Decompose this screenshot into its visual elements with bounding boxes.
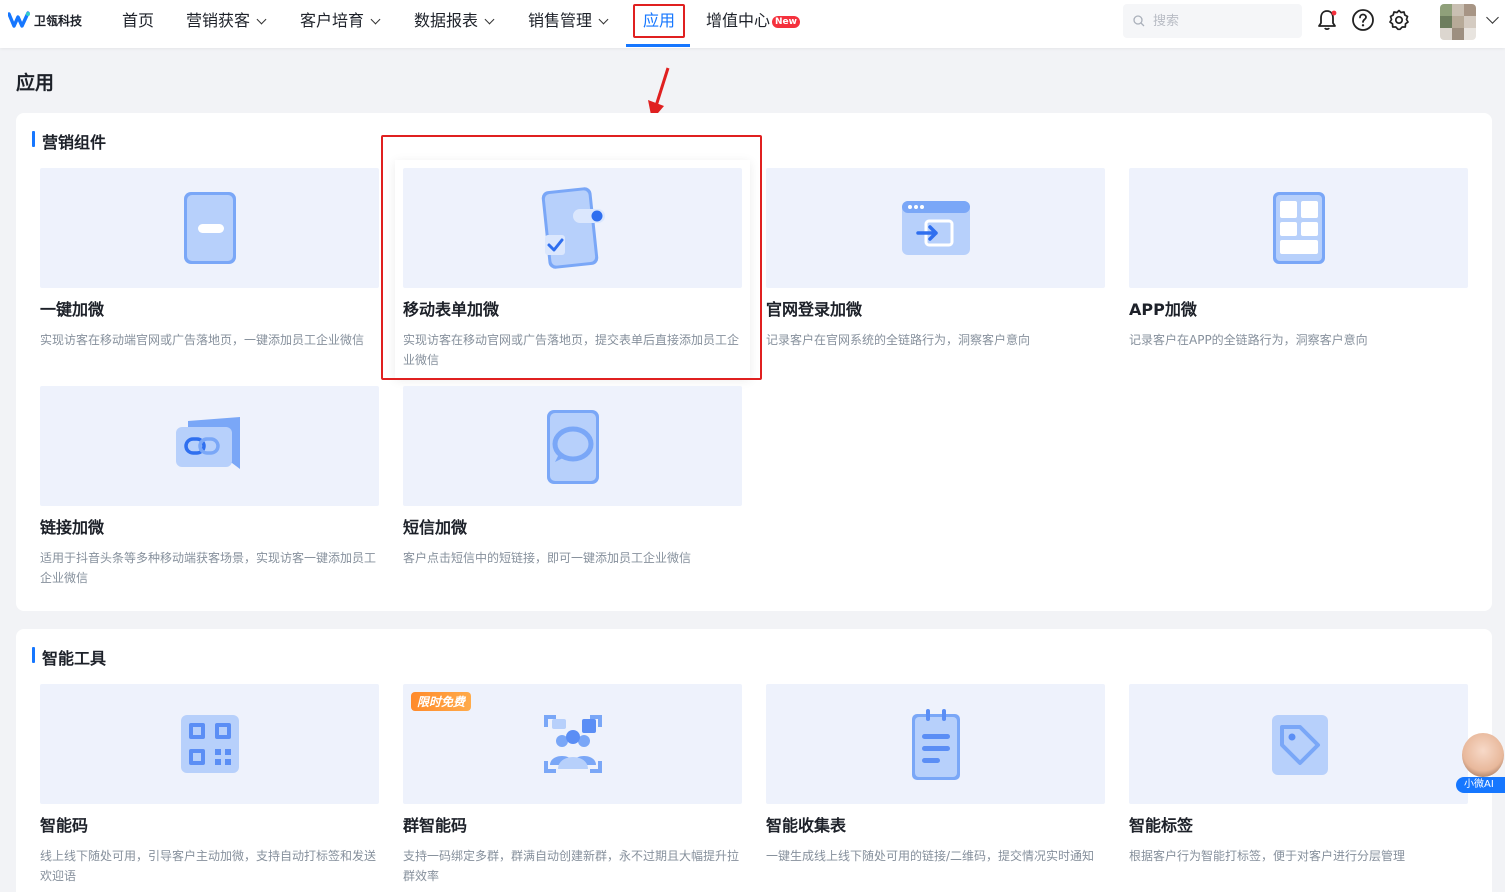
- card-desc: 线上线下随处可用，引导客户主动加微，支持自动打标签和发送欢迎语: [40, 849, 377, 883]
- card-title: 移动表单加微: [403, 300, 500, 319]
- card-desc: 记录客户在APP的全链路行为，洞察客户意向: [1129, 333, 1368, 347]
- phone-form-toggle-icon: [541, 187, 605, 269]
- card-image: [766, 684, 1105, 804]
- card-title: 智能收集表: [766, 816, 847, 835]
- nav-home[interactable]: 首页: [122, 0, 154, 44]
- nav-value-center-label: 增值中心: [706, 11, 771, 30]
- card-smart-tag[interactable]: 智能标签 根据客户行为智能打标签，便于对客户进行分层管理: [1129, 684, 1468, 866]
- card-image: 限时免费: [403, 684, 742, 804]
- card-one-click-add[interactable]: 一键加微 实现访客在移动端官网或广告落地页，一键添加员工企业微信: [40, 168, 379, 350]
- app-grid-icon: [1272, 192, 1325, 264]
- nav-sales-label: 销售管理: [528, 11, 593, 30]
- nav-nurture-label: 客户培育: [300, 11, 365, 30]
- nav-sales[interactable]: 销售管理: [528, 0, 609, 44]
- card-desc: 根据客户行为智能打标签，便于对客户进行分层管理: [1129, 849, 1406, 863]
- clipboard-form-icon: [911, 709, 960, 780]
- nav-value-center[interactable]: 增值中心 New: [706, 0, 800, 44]
- card-mobile-form-add[interactable]: 移动表单加微 实现访客在移动官网或广告落地页，提交表单后直接添加员工企业微信: [403, 168, 742, 370]
- card-title: 短信加微: [403, 518, 468, 537]
- card-image: [40, 386, 379, 506]
- card-image: [1129, 684, 1468, 804]
- card-image: [40, 168, 379, 288]
- card-smart-code[interactable]: 智能码 线上线下随处可用，引导客户主动加微，支持自动打标签和发送欢迎语: [40, 684, 379, 886]
- card-sms-add[interactable]: 短信加微 客户点击短信中的短链接，即可一键添加员工企业微信: [403, 386, 742, 568]
- ai-assistant-button[interactable]: 小微AI: [1456, 733, 1505, 795]
- chevron-down-icon: [370, 14, 381, 25]
- bell-icon[interactable]: [1315, 8, 1339, 32]
- search-icon: [1133, 15, 1145, 27]
- sms-bubble-icon: [546, 410, 599, 484]
- group-qr-icon: [543, 715, 602, 773]
- card-desc: 实现访客在移动端官网或广告落地页，一键添加员工企业微信: [40, 333, 365, 347]
- qr-code-icon: [180, 715, 239, 773]
- gear-icon[interactable]: [1387, 8, 1411, 32]
- nav-home-label: 首页: [122, 11, 155, 30]
- avatar[interactable]: [1440, 4, 1476, 40]
- card-website-login-add[interactable]: 官网登录加微 记录客户在官网系统的全链路行为，洞察客户意向: [766, 168, 1105, 350]
- chevron-down-icon: [256, 14, 267, 25]
- chevron-down-icon: [484, 14, 495, 25]
- help-icon[interactable]: [1351, 8, 1375, 32]
- card-image: [40, 684, 379, 804]
- chevron-down-icon: [598, 14, 609, 25]
- card-app-add[interactable]: APP加微 记录客户在APP的全链路行为，洞察客户意向: [1129, 168, 1468, 350]
- card-title: 智能码: [40, 816, 89, 835]
- card-group-smart-code[interactable]: 限时免费 群智能码 支持一码绑定多群，群满自动创建新群，永不过期且大幅提升拉群效…: [403, 684, 742, 886]
- tag-icon: [1271, 715, 1328, 775]
- browser-login-icon: [901, 201, 970, 255]
- card-desc: 客户点击短信中的短链接，即可一键添加员工企业微信: [403, 551, 692, 565]
- chevron-down-icon[interactable]: [1486, 11, 1499, 24]
- promo-badge: 限时免费: [411, 692, 472, 711]
- card-link-add[interactable]: 链接加微 适用于抖音头条等多种移动端获客场景，实现访客一键添加员工企业微信: [40, 386, 379, 588]
- card-title: APP加微: [1129, 300, 1197, 319]
- search-box[interactable]: [1123, 4, 1302, 38]
- new-badge: New: [772, 16, 800, 28]
- page-title: 应用: [16, 72, 55, 94]
- nav-active-indicator: [626, 44, 690, 47]
- card-title: 链接加微: [40, 518, 105, 537]
- card-image: [1129, 168, 1468, 288]
- card-desc: 一键生成线上线下随处可用的链接/二维码，提交情况实时通知: [766, 849, 1095, 863]
- card-image: [403, 386, 742, 506]
- nav-reports[interactable]: 数据报表: [414, 0, 495, 44]
- card-desc: 支持一码绑定多群，群满自动创建新群，永不过期且大幅提升拉群效率: [403, 849, 740, 883]
- card-image: [403, 168, 742, 288]
- top-nav: 卫瓴科技 首页 营销获客 客户培育 数据报表 销售管理 应用 增值中心 New: [0, 0, 1505, 48]
- nav-marketing[interactable]: 营销获客: [186, 0, 267, 44]
- section-title: 营销组件: [32, 129, 106, 153]
- nav-reports-label: 数据报表: [414, 11, 479, 30]
- card-desc: 实现访客在移动官网或广告落地页，提交表单后直接添加员工企业微信: [403, 333, 740, 367]
- phone-button-icon: [183, 192, 236, 264]
- card-title: 群智能码: [403, 816, 468, 835]
- assistant-avatar-icon: [1462, 733, 1504, 777]
- card-title: 一键加微: [40, 300, 105, 319]
- brand-name: 卫瓴科技: [34, 13, 83, 28]
- card-desc: 记录客户在官网系统的全链路行为，洞察客户意向: [766, 333, 1031, 347]
- brand-logo[interactable]: 卫瓴科技: [8, 11, 82, 29]
- link-chat-icon: [175, 417, 240, 469]
- nav-nurture[interactable]: 客户培育: [300, 0, 381, 44]
- section-title: 智能工具: [32, 645, 106, 669]
- card-title: 官网登录加微: [766, 300, 863, 319]
- card-image: [766, 168, 1105, 288]
- annotation-box-nav: [633, 4, 685, 38]
- card-smart-form[interactable]: 智能收集表 一键生成线上线下随处可用的链接/二维码，提交情况实时通知: [766, 684, 1105, 866]
- nav-marketing-label: 营销获客: [186, 11, 251, 30]
- ai-assistant-label: 小微AI: [1456, 777, 1505, 793]
- card-title: 智能标签: [1129, 816, 1194, 835]
- search-input[interactable]: [1153, 12, 1293, 30]
- brand-logo-icon: [8, 11, 30, 28]
- card-desc: 适用于抖音头条等多种移动端获客场景，实现访客一键添加员工企业微信: [40, 551, 377, 585]
